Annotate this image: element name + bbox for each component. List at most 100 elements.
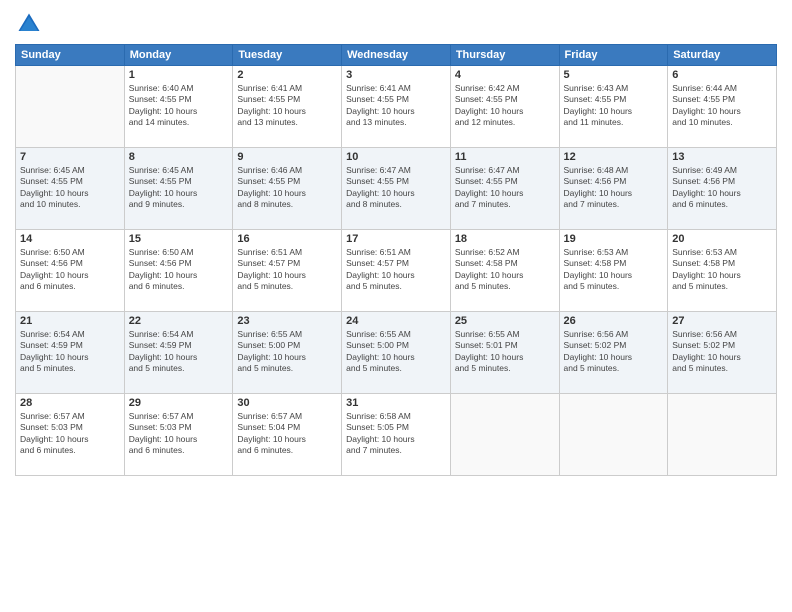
day-info: Sunrise: 6:49 AM Sunset: 4:56 PM Dayligh…: [672, 165, 772, 211]
day-number: 22: [129, 315, 229, 327]
calendar-cell: 26 Sunrise: 6:56 AM Sunset: 5:02 PM Dayli…: [559, 312, 668, 394]
day-info: Sunrise: 6:57 AM Sunset: 5:04 PM Dayligh…: [237, 411, 337, 457]
weekday-header-wednesday: Wednesday: [342, 45, 451, 66]
weekday-header-row: SundayMondayTuesdayWednesdayThursdayFrid…: [16, 45, 777, 66]
day-info: Sunrise: 6:46 AM Sunset: 4:55 PM Dayligh…: [237, 165, 337, 211]
calendar-cell: 30 Sunrise: 6:57 AM Sunset: 5:04 PM Dayli…: [233, 394, 342, 476]
logo: [15, 10, 47, 38]
weekday-header-saturday: Saturday: [668, 45, 777, 66]
calendar-cell: 7 Sunrise: 6:45 AM Sunset: 4:55 PM Daylig…: [16, 148, 125, 230]
calendar-cell: 17Sunrise: 6:51 AM Sunset: 4:57 PM Dayli…: [342, 230, 451, 312]
day-number: 30: [237, 397, 337, 409]
calendar-cell: 2 Sunrise: 6:41 AM Sunset: 4:55 PM Daylig…: [233, 66, 342, 148]
day-number: 20: [672, 233, 772, 245]
day-info: Sunrise: 6:55 AM Sunset: 5:00 PM Dayligh…: [237, 329, 337, 375]
day-number: 21: [20, 315, 120, 327]
calendar-cell: 3 Sunrise: 6:41 AM Sunset: 4:55 PM Daylig…: [342, 66, 451, 148]
day-info: Sunrise: 6:41 AM Sunset: 4:55 PM Dayligh…: [346, 83, 446, 129]
calendar-cell: 20Sunrise: 6:53 AM Sunset: 4:58 PM Dayli…: [668, 230, 777, 312]
weekday-header-friday: Friday: [559, 45, 668, 66]
day-number: 29: [129, 397, 229, 409]
header: [15, 10, 777, 38]
calendar-cell: 25 Sunrise: 6:55 AM Sunset: 5:01 PM Dayli…: [450, 312, 559, 394]
calendar-cell: 8 Sunrise: 6:45 AM Sunset: 4:55 PM Daylig…: [124, 148, 233, 230]
day-info: Sunrise: 6:48 AM Sunset: 4:56 PM Dayligh…: [564, 165, 664, 211]
calendar: SundayMondayTuesdayWednesdayThursdayFrid…: [15, 44, 777, 476]
day-number: 26: [564, 315, 664, 327]
day-number: 4: [455, 69, 555, 81]
day-info: Sunrise: 6:50 AM Sunset: 4:56 PM Dayligh…: [129, 247, 229, 293]
calendar-cell: 11Sunrise: 6:47 AM Sunset: 4:55 PM Dayli…: [450, 148, 559, 230]
day-number: 9: [237, 151, 337, 163]
calendar-cell: 15 Sunrise: 6:50 AM Sunset: 4:56 PM Dayli…: [124, 230, 233, 312]
calendar-cell: 23Sunrise: 6:55 AM Sunset: 5:00 PM Dayli…: [233, 312, 342, 394]
calendar-cell: 5 Sunrise: 6:43 AM Sunset: 4:55 PM Daylig…: [559, 66, 668, 148]
day-info: Sunrise: 6:51 AM Sunset: 4:57 PM Dayligh…: [237, 247, 337, 293]
day-number: 19: [564, 233, 664, 245]
day-number: 5: [564, 69, 664, 81]
calendar-cell: 16 Sunrise: 6:51 AM Sunset: 4:57 PM Dayli…: [233, 230, 342, 312]
logo-icon: [15, 10, 43, 38]
day-info: Sunrise: 6:56 AM Sunset: 5:02 PM Dayligh…: [672, 329, 772, 375]
week-row-2: 7 Sunrise: 6:45 AM Sunset: 4:55 PM Daylig…: [16, 148, 777, 230]
day-number: 2: [237, 69, 337, 81]
day-number: 16: [237, 233, 337, 245]
calendar-cell: 19 Sunrise: 6:53 AM Sunset: 4:58 PM Dayli…: [559, 230, 668, 312]
calendar-cell: 28 Sunrise: 6:57 AM Sunset: 5:03 PM Dayli…: [16, 394, 125, 476]
day-info: Sunrise: 6:56 AM Sunset: 5:02 PM Dayligh…: [564, 329, 664, 375]
day-info: Sunrise: 6:51 AM Sunset: 4:57 PM Dayligh…: [346, 247, 446, 293]
weekday-header-monday: Monday: [124, 45, 233, 66]
calendar-cell: [16, 66, 125, 148]
day-info: Sunrise: 6:54 AM Sunset: 4:59 PM Dayligh…: [20, 329, 120, 375]
day-number: 6: [672, 69, 772, 81]
calendar-cell: [559, 394, 668, 476]
day-info: Sunrise: 6:55 AM Sunset: 5:01 PM Dayligh…: [455, 329, 555, 375]
day-number: 11: [455, 151, 555, 163]
day-info: Sunrise: 6:54 AM Sunset: 4:59 PM Dayligh…: [129, 329, 229, 375]
calendar-cell: 9 Sunrise: 6:46 AM Sunset: 4:55 PM Daylig…: [233, 148, 342, 230]
page: SundayMondayTuesdayWednesdayThursdayFrid…: [0, 0, 792, 612]
week-row-1: 1Sunrise: 6:40 AM Sunset: 4:55 PM Daylig…: [16, 66, 777, 148]
calendar-cell: 29 Sunrise: 6:57 AM Sunset: 5:03 PM Dayli…: [124, 394, 233, 476]
calendar-cell: 13Sunrise: 6:49 AM Sunset: 4:56 PM Dayli…: [668, 148, 777, 230]
day-info: Sunrise: 6:57 AM Sunset: 5:03 PM Dayligh…: [20, 411, 120, 457]
day-number: 14: [20, 233, 120, 245]
day-number: 18: [455, 233, 555, 245]
weekday-header-tuesday: Tuesday: [233, 45, 342, 66]
day-info: Sunrise: 6:58 AM Sunset: 5:05 PM Dayligh…: [346, 411, 446, 457]
day-number: 7: [20, 151, 120, 163]
day-info: Sunrise: 6:41 AM Sunset: 4:55 PM Dayligh…: [237, 83, 337, 129]
day-number: 8: [129, 151, 229, 163]
week-row-3: 14 Sunrise: 6:50 AM Sunset: 4:56 PM Dayli…: [16, 230, 777, 312]
calendar-cell: 10Sunrise: 6:47 AM Sunset: 4:55 PM Dayli…: [342, 148, 451, 230]
calendar-cell: 12 Sunrise: 6:48 AM Sunset: 4:56 PM Dayli…: [559, 148, 668, 230]
calendar-cell: 1Sunrise: 6:40 AM Sunset: 4:55 PM Daylig…: [124, 66, 233, 148]
day-number: 15: [129, 233, 229, 245]
weekday-header-sunday: Sunday: [16, 45, 125, 66]
calendar-cell: 14 Sunrise: 6:50 AM Sunset: 4:56 PM Dayli…: [16, 230, 125, 312]
calendar-cell: 4 Sunrise: 6:42 AM Sunset: 4:55 PM Daylig…: [450, 66, 559, 148]
day-info: Sunrise: 6:53 AM Sunset: 4:58 PM Dayligh…: [564, 247, 664, 293]
day-info: Sunrise: 6:45 AM Sunset: 4:55 PM Dayligh…: [129, 165, 229, 211]
day-info: Sunrise: 6:47 AM Sunset: 4:55 PM Dayligh…: [346, 165, 446, 211]
day-info: Sunrise: 6:55 AM Sunset: 5:00 PM Dayligh…: [346, 329, 446, 375]
week-row-5: 28 Sunrise: 6:57 AM Sunset: 5:03 PM Dayli…: [16, 394, 777, 476]
calendar-cell: 31Sunrise: 6:58 AM Sunset: 5:05 PM Dayli…: [342, 394, 451, 476]
day-info: Sunrise: 6:52 AM Sunset: 4:58 PM Dayligh…: [455, 247, 555, 293]
day-info: Sunrise: 6:45 AM Sunset: 4:55 PM Dayligh…: [20, 165, 120, 211]
day-info: Sunrise: 6:50 AM Sunset: 4:56 PM Dayligh…: [20, 247, 120, 293]
day-number: 27: [672, 315, 772, 327]
calendar-cell: 6Sunrise: 6:44 AM Sunset: 4:55 PM Daylig…: [668, 66, 777, 148]
calendar-cell: [450, 394, 559, 476]
calendar-cell: 24Sunrise: 6:55 AM Sunset: 5:00 PM Dayli…: [342, 312, 451, 394]
day-number: 3: [346, 69, 446, 81]
calendar-cell: [668, 394, 777, 476]
day-number: 12: [564, 151, 664, 163]
day-number: 1: [129, 69, 229, 81]
day-number: 28: [20, 397, 120, 409]
day-number: 25: [455, 315, 555, 327]
day-info: Sunrise: 6:43 AM Sunset: 4:55 PM Dayligh…: [564, 83, 664, 129]
day-info: Sunrise: 6:57 AM Sunset: 5:03 PM Dayligh…: [129, 411, 229, 457]
day-info: Sunrise: 6:42 AM Sunset: 4:55 PM Dayligh…: [455, 83, 555, 129]
week-row-4: 21 Sunrise: 6:54 AM Sunset: 4:59 PM Dayli…: [16, 312, 777, 394]
